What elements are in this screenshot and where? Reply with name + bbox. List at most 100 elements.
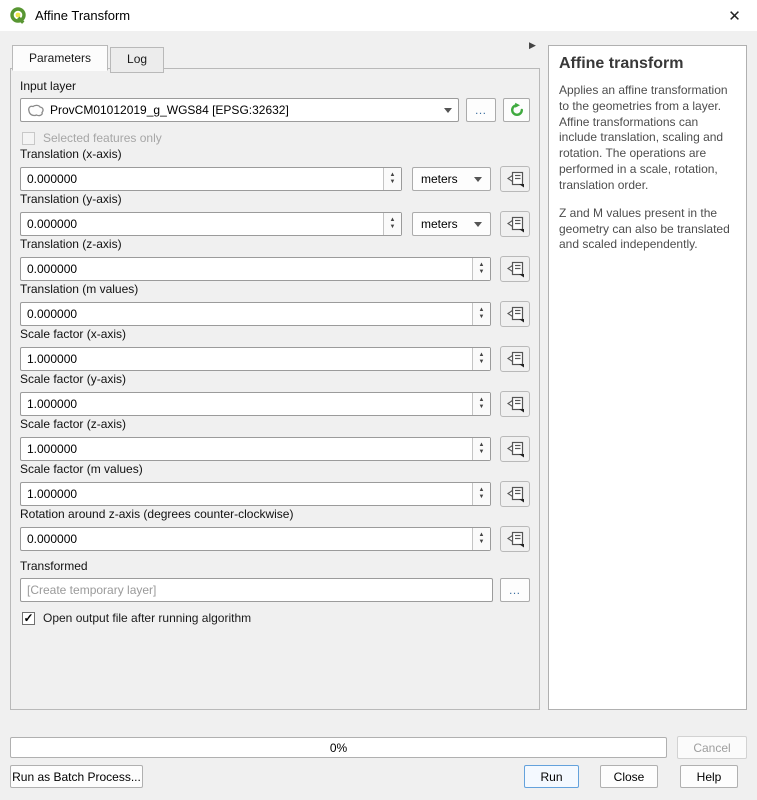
data-defined-override-button[interactable] — [500, 166, 530, 192]
spinner-buttons[interactable]: ▲ ▼ — [472, 528, 490, 550]
spin-down-icon[interactable]: ▼ — [390, 179, 396, 186]
window-title: Affine Transform — [35, 8, 130, 23]
spin-down-icon[interactable]: ▼ — [479, 494, 485, 501]
spinner-buttons[interactable]: ▲ ▼ — [472, 393, 490, 415]
spinner-buttons[interactable]: ▲ ▼ — [383, 213, 401, 235]
number-input[interactable]: 1.000000 ▲ ▼ — [20, 347, 491, 371]
input-layer-dropdown[interactable]: ProvCM01012019_g_WGS84 [EPSG:32632] — [20, 98, 459, 122]
data-defined-override-button[interactable] — [500, 346, 530, 372]
tab-log[interactable]: Log — [110, 47, 164, 73]
spin-up-icon[interactable]: ▲ — [390, 172, 396, 179]
spin-down-icon[interactable]: ▼ — [479, 359, 485, 366]
open-output-checkbox[interactable]: ✓ — [22, 612, 35, 625]
spinner-buttons[interactable]: ▲ ▼ — [472, 303, 490, 325]
help-button[interactable]: Help — [680, 765, 738, 788]
parameter-field: Translation (z-axis) 0.000000 ▲ ▼ — [20, 237, 530, 282]
parameter-field: Translation (m values) 0.000000 ▲ ▼ — [20, 282, 530, 327]
data-defined-override-icon — [506, 486, 525, 503]
parameter-field: Translation (y-axis) 0.000000 ▲ ▼ meters — [20, 192, 530, 237]
spin-down-icon[interactable]: ▼ — [479, 269, 485, 276]
number-input[interactable]: 1.000000 ▲ ▼ — [20, 392, 491, 416]
input-layer-value: ProvCM01012019_g_WGS84 [EPSG:32632] — [50, 103, 438, 117]
spin-up-icon[interactable]: ▲ — [479, 352, 485, 359]
parameter-field: Scale factor (m values) 1.000000 ▲ ▼ — [20, 462, 530, 507]
spin-up-icon[interactable]: ▲ — [479, 532, 485, 539]
parameter-field: Translation (x-axis) 0.000000 ▲ ▼ meters — [20, 147, 530, 192]
unit-dropdown[interactable]: meters — [412, 167, 491, 191]
run-as-batch-button[interactable]: Run as Batch Process... — [10, 765, 143, 788]
spin-down-icon[interactable]: ▼ — [479, 539, 485, 546]
spinner-buttons[interactable]: ▲ ▼ — [472, 483, 490, 505]
transformed-label: Transformed — [20, 559, 530, 573]
data-defined-override-button[interactable] — [500, 436, 530, 462]
parameters-panel: Input layer ProvCM01012019_g_WGS84 [EPSG… — [10, 68, 540, 710]
field-label: Translation (x-axis) — [20, 147, 530, 161]
spin-up-icon[interactable]: ▲ — [479, 487, 485, 494]
spinner-buttons[interactable]: ▲ ▼ — [472, 258, 490, 280]
selected-features-checkbox[interactable] — [22, 132, 35, 145]
chevron-down-icon — [474, 177, 482, 182]
number-input[interactable]: 0.000000 ▲ ▼ — [20, 302, 491, 326]
progress-text: 0% — [330, 741, 347, 755]
transformed-output-input[interactable]: [Create temporary layer] — [20, 578, 493, 602]
number-input[interactable]: 0.000000 ▲ ▼ — [20, 257, 491, 281]
spin-up-icon[interactable]: ▲ — [479, 307, 485, 314]
panel-collapse-arrow-icon[interactable]: ▶ — [529, 40, 536, 51]
number-input[interactable]: 0.000000 ▲ ▼ — [20, 527, 491, 551]
data-defined-override-button[interactable] — [500, 211, 530, 237]
spin-down-icon[interactable]: ▼ — [390, 224, 396, 231]
field-label: Translation (z-axis) — [20, 237, 530, 251]
data-defined-override-button[interactable] — [500, 526, 530, 552]
unit-dropdown[interactable]: meters — [412, 212, 491, 236]
parameter-fields: Translation (x-axis) 0.000000 ▲ ▼ meters — [20, 147, 530, 552]
parameter-field: Scale factor (z-axis) 1.000000 ▲ ▼ — [20, 417, 530, 462]
number-value: 1.000000 — [27, 397, 472, 411]
unit-value: meters — [421, 172, 468, 186]
spinner-buttons[interactable]: ▲ ▼ — [472, 348, 490, 370]
spin-up-icon[interactable]: ▲ — [479, 262, 485, 269]
data-defined-override-button[interactable] — [500, 481, 530, 507]
spinner-buttons[interactable]: ▲ ▼ — [383, 168, 401, 190]
qgis-logo-icon — [10, 7, 28, 25]
cancel-button[interactable]: Cancel — [677, 736, 747, 759]
titlebar: Affine Transform ✕ — [0, 0, 757, 31]
affine-transform-dialog: { "window": { "title": "Affine Transform… — [0, 0, 757, 800]
spin-down-icon[interactable]: ▼ — [479, 449, 485, 456]
polygon-layer-icon — [27, 104, 45, 117]
iterate-over-layer-button[interactable] — [503, 98, 530, 122]
spin-up-icon[interactable]: ▲ — [479, 442, 485, 449]
help-panel: Affine transform Applies an affine trans… — [548, 45, 747, 710]
input-layer-browse-button[interactable]: … — [466, 98, 496, 122]
number-input[interactable]: 0.000000 ▲ ▼ — [20, 212, 402, 236]
field-label: Scale factor (m values) — [20, 462, 530, 476]
close-icon[interactable]: ✕ — [712, 0, 757, 31]
tab-parameters[interactable]: Parameters — [12, 45, 108, 71]
spin-down-icon[interactable]: ▼ — [479, 314, 485, 321]
number-value: 0.000000 — [27, 217, 383, 231]
number-input[interactable]: 1.000000 ▲ ▼ — [20, 482, 491, 506]
number-value: 0.000000 — [27, 307, 472, 321]
spin-down-icon[interactable]: ▼ — [479, 404, 485, 411]
spinner-buttons[interactable]: ▲ ▼ — [472, 438, 490, 460]
data-defined-override-button[interactable] — [500, 256, 530, 282]
transformed-browse-button[interactable]: … — [500, 578, 530, 602]
spin-up-icon[interactable]: ▲ — [390, 217, 396, 224]
close-button[interactable]: Close — [600, 765, 658, 788]
field-label: Translation (m values) — [20, 282, 530, 296]
number-input[interactable]: 0.000000 ▲ ▼ — [20, 167, 402, 191]
run-button[interactable]: Run — [524, 765, 579, 788]
field-label: Scale factor (x-axis) — [20, 327, 530, 341]
field-label: Rotation around z-axis (degrees counter-… — [20, 507, 530, 521]
number-value: 0.000000 — [27, 262, 472, 276]
number-value: 0.000000 — [27, 532, 472, 546]
data-defined-override-button[interactable] — [500, 391, 530, 417]
input-layer-label: Input layer — [20, 79, 530, 93]
number-input[interactable]: 1.000000 ▲ ▼ — [20, 437, 491, 461]
data-defined-override-button[interactable] — [500, 301, 530, 327]
help-paragraph: Applies an affine transformation to the … — [559, 83, 736, 194]
open-output-label: Open output file after running algorithm — [43, 611, 251, 625]
chevron-down-icon — [474, 222, 482, 227]
data-defined-override-icon — [506, 441, 525, 458]
spin-up-icon[interactable]: ▲ — [479, 397, 485, 404]
parameter-field: Scale factor (y-axis) 1.000000 ▲ ▼ — [20, 372, 530, 417]
